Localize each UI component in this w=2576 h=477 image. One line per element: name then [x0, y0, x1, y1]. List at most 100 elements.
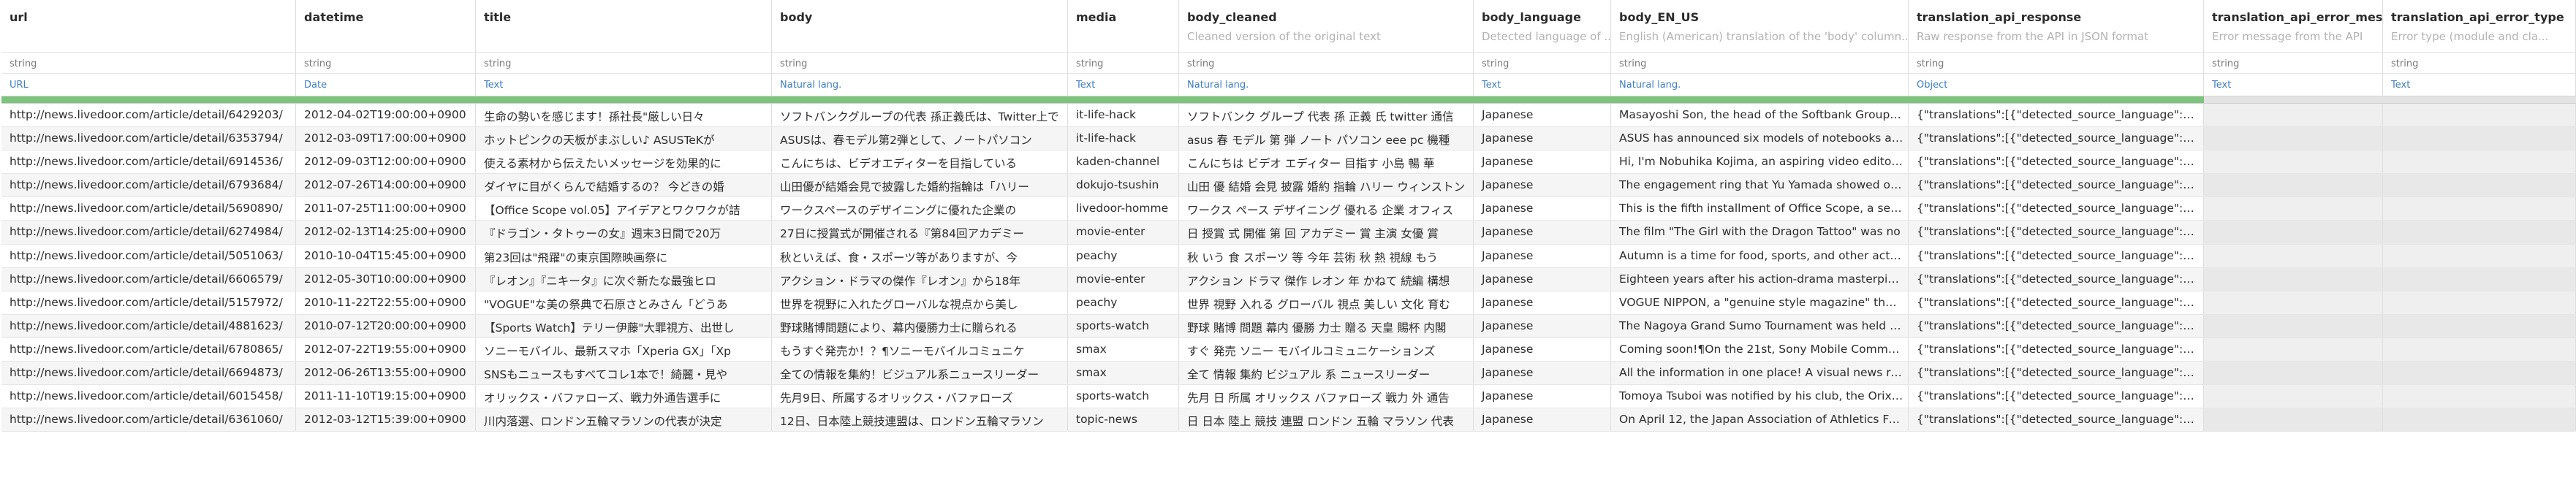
table-cell[interactable]: 【Sports Watch】テリー伊藤"大罪視方、出世し	[476, 314, 772, 337]
table-cell[interactable]: {"translations":[{"detected_source_langu…	[1909, 174, 2204, 197]
table-cell[interactable]: http://news.livedoor.com/article/detail/…	[1, 197, 296, 221]
table-cell[interactable]: http://news.livedoor.com/article/detail/…	[1, 244, 296, 267]
table-cell[interactable]: 野球賭博問題により、幕内優勝力士に贈られる	[772, 314, 1068, 337]
table-cell[interactable]: ソニーモバイル、最新スマホ「Xperia GX」「Xp	[476, 337, 772, 362]
table-cell[interactable]: Japanese	[1474, 174, 1611, 197]
table-cell[interactable]: On April 12, the Japan Association of At…	[1611, 408, 1909, 432]
table-cell[interactable]: こんにちは ビデオ エディター 目指す 小島 暢 華	[1179, 150, 1474, 174]
table-cell[interactable]: 『レオン』『ニキータ』に次ぐ新たな最強ヒロ	[476, 267, 772, 291]
table-cell[interactable]: アクション ドラマ 傑作 レオン 年 かねて 続編 構想	[1179, 267, 1474, 291]
column-header-title-area[interactable]: url	[1, 0, 295, 53]
table-cell[interactable]: {"translations":[{"detected_source_langu…	[1909, 197, 2204, 221]
table-cell[interactable]	[2383, 174, 2576, 197]
table-cell[interactable]: Coming soon!¶On the 21st, Sony Mobile Co…	[1611, 337, 1909, 362]
column-name[interactable]: body	[780, 10, 1067, 24]
table-cell[interactable]: kaden-channel	[1068, 150, 1179, 174]
column-meaning[interactable]: Object	[1909, 74, 2203, 95]
table-cell[interactable]: 『ドラゴン・タトゥーの女』週末3日間で20万	[476, 221, 772, 244]
table-cell[interactable]: Japanese	[1474, 408, 1611, 432]
column-header-title-area[interactable]: body	[772, 0, 1067, 53]
table-cell[interactable]: SNSもニュースもすべてコレ1本で！綺麗・見や	[476, 362, 772, 385]
table-cell[interactable]	[2383, 362, 2576, 385]
column-header-title-area[interactable]: body_cleaned Cleaned version of the origi…	[1179, 0, 1473, 53]
column-header[interactable]: url string URL	[1, 0, 296, 96]
table-cell[interactable]	[2383, 150, 2576, 174]
table-cell[interactable]	[2204, 174, 2383, 197]
table-cell[interactable]: ASUS has announced six models of noteboo…	[1611, 127, 1909, 150]
column-name[interactable]: translation_api_error_type	[2391, 10, 2575, 24]
column-meaning[interactable]: URL	[1, 74, 295, 95]
table-cell[interactable]: Eighteen years after his action-drama ma…	[1611, 267, 1909, 291]
table-cell[interactable]: 生命の勢いを感じます！孫社長"厳しい日々	[476, 104, 772, 127]
table-cell[interactable]: ワークス ペース デザイニング 優れる 企業 オフィス	[1179, 197, 1474, 221]
table-cell[interactable]: asus 春 モデル 第 弾 ノート パソコン eee pc 機種	[1179, 127, 1474, 150]
table-cell[interactable]	[2383, 267, 2576, 291]
column-header-title-area[interactable]: translation_api_error_mes... Error messag…	[2204, 0, 2382, 53]
table-cell[interactable]: http://news.livedoor.com/article/detail/…	[1, 127, 296, 150]
column-header-title-area[interactable]: datetime	[296, 0, 475, 53]
column-header[interactable]: translation_api_response Raw response fro…	[1909, 0, 2204, 96]
table-cell[interactable]: it-life-hack	[1068, 104, 1179, 127]
table-cell[interactable]: http://news.livedoor.com/article/detail/…	[1, 150, 296, 174]
column-header[interactable]: datetime string Date	[296, 0, 476, 96]
table-cell[interactable]: ソフトバンクグループの代表 孫正義氏は、Twitter上で	[772, 104, 1068, 127]
table-cell[interactable]: {"translations":[{"detected_source_langu…	[1909, 221, 2204, 244]
table-cell[interactable]: sports-watch	[1068, 314, 1179, 337]
table-cell[interactable]: VOGUE NIPPON, a "genuine style magazine"…	[1611, 291, 1909, 314]
table-cell[interactable]: The film "The Girl with the Dragon Tatto…	[1611, 221, 1909, 244]
table-cell[interactable]: アクション・ドラマの傑作『レオン』から18年	[772, 267, 1068, 291]
table-cell[interactable]: 全ての情報を集約！ビジュアル系ニュースリーダー	[772, 362, 1068, 385]
table-cell[interactable]: {"translations":[{"detected_source_langu…	[1909, 150, 2204, 174]
table-cell[interactable]: sports-watch	[1068, 385, 1179, 408]
table-cell[interactable]: The Nagoya Grand Sumo Tournament was hel…	[1611, 314, 1909, 337]
table-cell[interactable]: Japanese	[1474, 127, 1611, 150]
table-cell[interactable]	[2383, 127, 2576, 150]
column-meaning[interactable]: Text	[1474, 74, 1610, 95]
table-cell[interactable]: 野球 賭博 問題 幕内 優勝 力士 贈る 天皇 賜杯 内閣	[1179, 314, 1474, 337]
table-cell[interactable]	[2204, 221, 2383, 244]
table-cell[interactable]	[2204, 197, 2383, 221]
table-cell[interactable]: すぐ 発売 ソニー モバイルコミュニケーションズ	[1179, 337, 1474, 362]
column-name[interactable]: body_language	[1482, 10, 1610, 24]
column-name[interactable]: body_EN_US	[1619, 10, 1908, 24]
table-cell[interactable]: 山田優が結婚会見で披露した婚約指輪は「ハリー	[772, 174, 1068, 197]
table-cell[interactable]	[2383, 104, 2576, 127]
table-cell[interactable]: 2012-03-09T17:00:00+0900	[296, 127, 476, 150]
table-cell[interactable]: Tomoya Tsuboi was notified by his club, …	[1611, 385, 1909, 408]
table-cell[interactable]: 2012-06-26T13:55:00+0900	[296, 362, 476, 385]
table-cell[interactable]: Japanese	[1474, 314, 1611, 337]
table-cell[interactable]: All the information in one place! A visu…	[1611, 362, 1909, 385]
column-name[interactable]: translation_api_response	[1917, 10, 2203, 24]
column-name[interactable]: translation_api_error_mes...	[2212, 10, 2382, 24]
table-cell[interactable]: 2012-09-03T12:00:00+0900	[296, 150, 476, 174]
table-cell[interactable]: 2012-07-22T19:55:00+0900	[296, 337, 476, 362]
table-cell[interactable]: 使える素材から伝えたいメッセージを効果的に	[476, 150, 772, 174]
table-cell[interactable]: 2011-07-25T11:00:00+0900	[296, 197, 476, 221]
column-meaning[interactable]: Date	[296, 74, 475, 95]
table-cell[interactable]: {"translations":[{"detected_source_langu…	[1909, 314, 2204, 337]
table-cell[interactable]: Masayoshi Son, the head of the Softbank …	[1611, 104, 1909, 127]
column-name[interactable]: body_cleaned	[1187, 10, 1473, 24]
table-cell[interactable]	[2383, 244, 2576, 267]
column-header[interactable]: body_EN_US English (American) translation…	[1611, 0, 1909, 96]
table-cell[interactable]: {"translations":[{"detected_source_langu…	[1909, 104, 2204, 127]
column-header[interactable]: media string Text	[1068, 0, 1179, 96]
table-cell[interactable]: ソフトバンク グループ 代表 孫 正義 氏 twitter 通信	[1179, 104, 1474, 127]
table-cell[interactable]: The engagement ring that Yu Yamada showe…	[1611, 174, 1909, 197]
table-cell[interactable]: http://news.livedoor.com/article/detail/…	[1, 104, 296, 127]
table-cell[interactable]: {"translations":[{"detected_source_langu…	[1909, 337, 2204, 362]
table-cell[interactable]: "VOGUE"な美の祭典で石原さとみさん「どうあ	[476, 291, 772, 314]
table-cell[interactable]	[2383, 385, 2576, 408]
table-cell[interactable]: 先月9日、所属するオリックス・バファローズ	[772, 385, 1068, 408]
table-cell[interactable]: http://news.livedoor.com/article/detail/…	[1, 362, 296, 385]
table-cell[interactable]: 全て 情報 集約 ビジュアル 系 ニュースリーダー	[1179, 362, 1474, 385]
table-cell[interactable]: it-life-hack	[1068, 127, 1179, 150]
table-cell[interactable]: Hi, I'm Nobuhika Kojima, an aspiring vid…	[1611, 150, 1909, 174]
table-cell[interactable]: 2010-10-04T15:45:00+0900	[296, 244, 476, 267]
table-cell[interactable]: ダイヤに目がくらんで結婚するの？ 今どきの婚	[476, 174, 772, 197]
table-cell[interactable]: 12日、日本陸上競技連盟は、ロンドン五輪マラソン	[772, 408, 1068, 432]
table-cell[interactable]: 日 日本 陸上 競技 連盟 ロンドン 五輪 マラソン 代表	[1179, 408, 1474, 432]
table-cell[interactable]: Japanese	[1474, 362, 1611, 385]
table-cell[interactable]	[2204, 385, 2383, 408]
table-cell[interactable]: 2010-11-22T22:55:00+0900	[296, 291, 476, 314]
